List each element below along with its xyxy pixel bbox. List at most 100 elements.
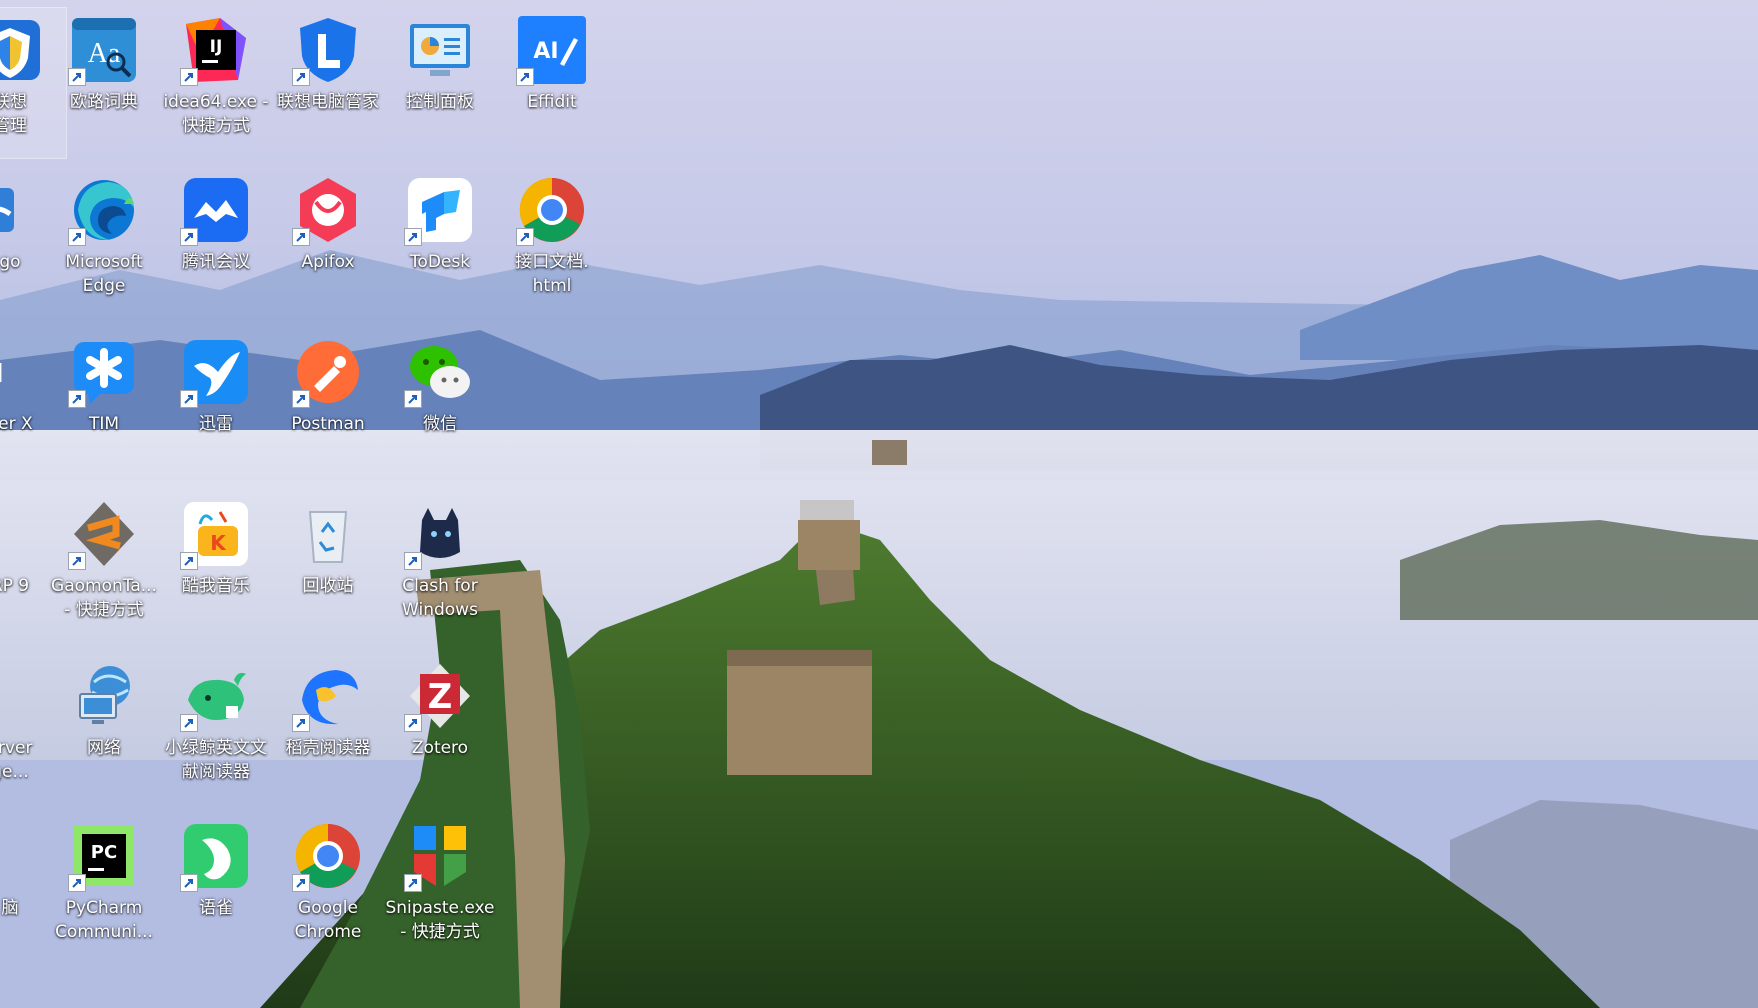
shortcut-arrow-icon bbox=[404, 714, 422, 732]
recycle-bin-icon bbox=[292, 498, 364, 570]
desktop-icon-label: 欧路词典 bbox=[70, 92, 138, 112]
desktop-icon-eudic-dictionary[interactable]: Aa 欧路词典 bbox=[48, 8, 160, 158]
desktop-icon-clash-cat[interactable]: Clash for Windows bbox=[384, 492, 496, 642]
desktop-icon-tencent-meeting[interactable]: 腾讯会议 bbox=[160, 168, 272, 318]
effidit-ai-icon: AI bbox=[516, 14, 588, 86]
shortcut-arrow-icon bbox=[516, 228, 534, 246]
desktop-icon-postman[interactable]: Postman bbox=[272, 330, 384, 480]
server-manager-icon bbox=[0, 660, 46, 732]
desktop-icon-pycharm[interactable]: PC PyCharm Communi... bbox=[48, 814, 160, 964]
kuwo-music-icon: K bbox=[180, 498, 252, 570]
desktop-icon-gaomon-tablet[interactable]: GaomonTa... - 快捷方式 bbox=[48, 492, 160, 642]
shortcut-arrow-icon bbox=[180, 390, 198, 408]
shortcut-arrow-icon bbox=[180, 552, 198, 570]
desktop[interactable]: 联想 管理 Aa 欧路词典 IJ idea64.exe - 快捷方式 联想电脑管家 控制面板… bbox=[0, 0, 1758, 1008]
shortcut-arrow-icon bbox=[292, 714, 310, 732]
shortcut-arrow-icon bbox=[292, 228, 310, 246]
desktop-icon-apifox[interactable]: Apifox bbox=[272, 168, 384, 318]
desktop-icon-label: idea64.exe - 快捷方式 bbox=[163, 92, 269, 136]
zotero-icon: Z bbox=[404, 660, 476, 732]
shortcut-arrow-icon bbox=[180, 714, 198, 732]
shortcut-arrow-icon bbox=[180, 228, 198, 246]
desktop-icon-green-whale-reader[interactable]: 小绿鲸英文文 献阅读器 bbox=[160, 654, 272, 804]
desktop-icon-intellij-idea[interactable]: IJ idea64.exe - 快捷方式 bbox=[160, 8, 272, 158]
desktop-icon-label: 联想电脑管家 bbox=[277, 92, 379, 112]
shortcut-arrow-icon bbox=[404, 228, 422, 246]
shortcut-arrow-icon bbox=[68, 874, 86, 892]
gaomon-tablet-icon bbox=[68, 498, 140, 570]
svg-text:K: K bbox=[210, 531, 227, 555]
desktop-icon-control-panel[interactable]: 控制面板 bbox=[384, 8, 496, 158]
docer-reader-icon bbox=[292, 660, 364, 732]
go-icon bbox=[0, 174, 46, 246]
desktop-icon-zotero[interactable]: Z Zotero bbox=[384, 654, 496, 804]
clash-cat-icon bbox=[404, 498, 476, 570]
desktop-icon-label: Apifox bbox=[301, 252, 355, 272]
svg-text:PC: PC bbox=[91, 842, 117, 863]
desktop-icon-microsoft-edge[interactable]: Microsoft Edge bbox=[48, 168, 160, 318]
desktop-icon-label: 微信 bbox=[423, 414, 457, 434]
desktop-icon-label: Effidit bbox=[527, 92, 577, 112]
desktop-icon-label: 接口文档. html bbox=[515, 252, 589, 296]
chrome-html-file-icon bbox=[516, 174, 588, 246]
desktop-icon-wechat[interactable]: 微信 bbox=[384, 330, 496, 480]
desktop-icon-label: PyCharm Communi... bbox=[55, 898, 153, 942]
pycharm-icon: PC bbox=[68, 820, 140, 892]
desktop-icon-label: TIM bbox=[88, 414, 120, 434]
shortcut-arrow-icon bbox=[404, 552, 422, 570]
yuque-icon bbox=[180, 820, 252, 892]
desktop-icon-label: Google Chrome bbox=[294, 898, 362, 942]
desktop-icon-docer-reader[interactable]: 稻壳阅读器 bbox=[272, 654, 384, 804]
desktop-icon-todesk[interactable]: ToDesk bbox=[384, 168, 496, 318]
desktop-icon-label: Clash for Windows bbox=[402, 576, 478, 620]
desktop-icon-label: 语雀 bbox=[199, 898, 233, 918]
desktop-icon-google-chrome[interactable]: Google Chrome bbox=[272, 814, 384, 964]
svg-text:IJ: IJ bbox=[210, 37, 223, 57]
desktop-icon-lenovo-pc-manager[interactable]: 联想电脑管家 bbox=[272, 8, 384, 158]
builder-x-icon: H bbox=[0, 336, 46, 408]
network-globe-icon bbox=[68, 660, 140, 732]
svg-text:AI: AI bbox=[533, 39, 558, 64]
desktop-icon-label: 网络 bbox=[87, 738, 121, 758]
desktop-icon-snipaste[interactable]: Snipaste.exe - 快捷方式 bbox=[384, 814, 496, 964]
desktop-icon-label: 迅雷 bbox=[199, 414, 233, 434]
desktop-icon-label: GaomonTa... - 快捷方式 bbox=[51, 576, 157, 620]
microsoft-edge-icon bbox=[68, 174, 140, 246]
shortcut-arrow-icon bbox=[516, 68, 534, 86]
postman-icon bbox=[292, 336, 364, 408]
shortcut-arrow-icon bbox=[68, 68, 86, 86]
lenovo-shield-icon bbox=[0, 14, 46, 86]
svg-text:Z: Z bbox=[428, 677, 453, 717]
eudic-dictionary-icon: Aa bbox=[68, 14, 140, 86]
desktop-icon-label: 腾讯会议 bbox=[182, 252, 250, 272]
shortcut-arrow-icon bbox=[404, 390, 422, 408]
axure-rp-icon bbox=[0, 498, 46, 570]
shortcut-arrow-icon bbox=[404, 874, 422, 892]
desktop-icon-yuque[interactable]: 语雀 bbox=[160, 814, 272, 964]
intellij-idea-icon: IJ bbox=[180, 14, 252, 86]
desktop-icon-thunder[interactable]: 迅雷 bbox=[160, 330, 272, 480]
control-panel-icon bbox=[404, 14, 476, 86]
desktop-icon-label: Snipaste.exe - 快捷方式 bbox=[385, 898, 495, 942]
desktop-icon-label: Zotero bbox=[411, 738, 469, 758]
desktop-icon-recycle-bin[interactable]: 回收站 bbox=[272, 492, 384, 642]
shortcut-arrow-icon bbox=[292, 874, 310, 892]
shortcut-arrow-icon bbox=[68, 390, 86, 408]
lenovo-pc-manager-icon bbox=[292, 14, 364, 86]
desktop-icon-label: 回收站 bbox=[302, 576, 354, 596]
shortcut-arrow-icon bbox=[292, 390, 310, 408]
snipaste-icon bbox=[404, 820, 476, 892]
desktop-icon-label: ToDesk bbox=[409, 252, 471, 272]
shortcut-arrow-icon bbox=[180, 874, 198, 892]
tencent-meeting-icon bbox=[180, 174, 252, 246]
shortcut-arrow-icon bbox=[292, 68, 310, 86]
shortcut-arrow-icon bbox=[180, 68, 198, 86]
apifox-icon bbox=[292, 174, 364, 246]
desktop-icon-kuwo-music[interactable]: K 酷我音乐 bbox=[160, 492, 272, 642]
todesk-icon bbox=[404, 174, 476, 246]
google-chrome-icon bbox=[292, 820, 364, 892]
desktop-icon-network-globe[interactable]: 网络 bbox=[48, 654, 160, 804]
desktop-icon-tim[interactable]: TIM bbox=[48, 330, 160, 480]
desktop-icon-effidit-ai[interactable]: AI Effidit bbox=[496, 8, 608, 158]
desktop-icon-chrome-html-file[interactable]: 接口文档. html bbox=[496, 168, 608, 318]
